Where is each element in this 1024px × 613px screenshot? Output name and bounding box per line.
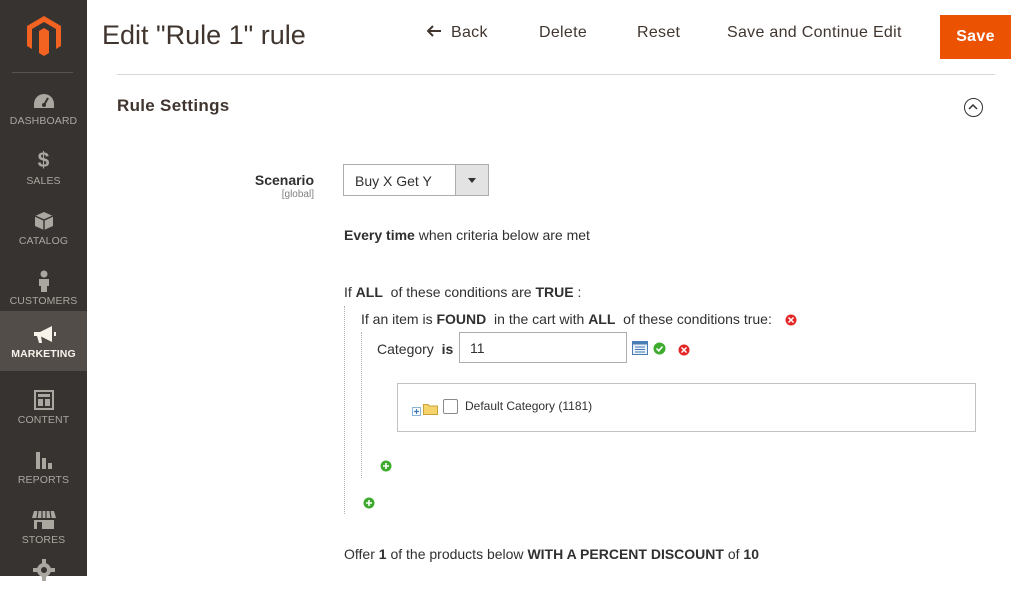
- admin-sidebar: DASHBOARD $ SALES CATALOG CUSTOMERS MARK…: [0, 0, 87, 581]
- arrow-left-icon: [426, 24, 441, 42]
- sidebar-item-customers[interactable]: CUSTOMERS: [0, 258, 87, 318]
- scenario-label: Scenario: [254, 172, 314, 188]
- chooser-icon[interactable]: [632, 341, 648, 360]
- found-suffix: of these conditions true:: [615, 311, 772, 327]
- back-label: Back: [451, 24, 488, 41]
- megaphone-icon: [0, 324, 87, 346]
- save-and-continue-button[interactable]: Save and Continue Edit: [727, 24, 902, 42]
- logo-divider: [12, 72, 73, 73]
- folder-icon: [423, 402, 438, 420]
- offer-qty-link[interactable]: 1: [379, 546, 387, 562]
- sidebar-item-label: MARKETING: [11, 348, 76, 360]
- offer-mid: of the products below: [386, 546, 528, 562]
- every-time-bold: Every time: [344, 227, 415, 243]
- aggregator-all-link[interactable]: ALL: [356, 284, 383, 300]
- category-condition-label: Category is: [377, 341, 453, 357]
- save-button[interactable]: Save: [940, 15, 1011, 59]
- scenario-scope: [global]: [281, 189, 314, 200]
- found-tree-line: [361, 332, 362, 478]
- header-divider: [117, 74, 995, 75]
- found-mid: in the cart with: [486, 311, 589, 327]
- dashboard-icon: [0, 90, 87, 112]
- back-button[interactable]: Back: [426, 24, 488, 42]
- sidebar-item-label: CUSTOMERS: [9, 295, 78, 307]
- chevron-up-icon: [968, 103, 978, 110]
- if-mid: of these conditions are: [382, 284, 536, 300]
- every-time-rest: when criteria below are met: [414, 227, 590, 243]
- sidebar-item-content[interactable]: CONTENT: [0, 377, 87, 437]
- remove-found-condition-icon[interactable]: [785, 313, 797, 331]
- collapse-button[interactable]: [964, 98, 983, 117]
- sidebar-item-reports[interactable]: REPORTS: [0, 437, 87, 497]
- page-header: Edit "Rule 1" rule Back Delete Reset Sav…: [87, 0, 1024, 74]
- sidebar-item-label: DASHBOARD: [9, 115, 78, 127]
- person-icon: [0, 270, 87, 292]
- gear-icon: [0, 559, 87, 581]
- magento-logo[interactable]: [0, 0, 87, 72]
- sidebar-item-stores[interactable]: STORES: [0, 497, 87, 557]
- sidebar-item-marketing[interactable]: MARKETING: [0, 311, 87, 371]
- sidebar-item-label: SALES: [26, 175, 61, 187]
- category-label[interactable]: Category: [377, 341, 434, 357]
- delete-button[interactable]: Delete: [539, 24, 587, 42]
- offer-text: Offer 1 of the products below WITH A PER…: [344, 546, 759, 562]
- chevron-down-icon: [455, 165, 488, 195]
- bar-chart-icon: [0, 449, 87, 471]
- offer-of: of: [723, 546, 744, 562]
- page-title: Edit "Rule 1" rule: [102, 20, 306, 50]
- cube-icon: [0, 210, 87, 232]
- every-time-text: Every time when criteria below are met: [344, 227, 590, 243]
- tree-item-label[interactable]: Default Category (1181): [465, 399, 592, 413]
- sidebar-item-system[interactable]: [0, 553, 87, 613]
- found-prefix: If an item is: [361, 311, 437, 327]
- conditions-header: If ALL of these conditions are TRUE :: [344, 284, 581, 300]
- sidebar-item-dashboard[interactable]: DASHBOARD: [0, 78, 87, 138]
- remove-category-condition-icon[interactable]: [678, 343, 690, 361]
- if-suffix: :: [573, 284, 582, 300]
- reset-button[interactable]: Reset: [637, 24, 680, 42]
- value-true-link[interactable]: TRUE: [535, 284, 573, 300]
- default-category-checkbox[interactable]: [443, 399, 458, 414]
- category-value-input[interactable]: [459, 332, 627, 363]
- offer-prefix: Offer: [344, 546, 379, 562]
- sidebar-item-label: REPORTS: [17, 474, 70, 486]
- section-title[interactable]: Rule Settings: [117, 96, 230, 116]
- sidebar-item-label: CATALOG: [18, 235, 69, 247]
- add-found-condition-icon[interactable]: [363, 496, 375, 514]
- add-condition-icon[interactable]: [380, 459, 392, 477]
- conditions-tree-line: [344, 306, 345, 514]
- category-operator[interactable]: is: [442, 341, 454, 357]
- discount-type-link[interactable]: WITH A PERCENT DISCOUNT: [527, 546, 724, 562]
- sidebar-item-catalog[interactable]: CATALOG: [0, 198, 87, 258]
- found-all-link[interactable]: ALL: [588, 311, 615, 327]
- found-condition: If an item is FOUND in the cart with ALL…: [361, 311, 772, 327]
- apply-check-icon[interactable]: [653, 342, 666, 360]
- dollar-icon: $: [37, 149, 50, 172]
- if-prefix: If: [344, 284, 356, 300]
- layout-icon: [0, 389, 87, 411]
- scenario-select[interactable]: Buy X Get Y: [343, 164, 489, 196]
- magento-logo-icon: [26, 16, 61, 56]
- expand-plus-icon[interactable]: [412, 403, 421, 421]
- store-icon: [0, 509, 87, 531]
- sidebar-item-label: STORES: [21, 534, 66, 546]
- scenario-selected-value: Buy X Get Y: [355, 173, 432, 189]
- sidebar-item-label: CONTENT: [17, 414, 70, 426]
- discount-value-link[interactable]: 10: [743, 546, 759, 562]
- found-link[interactable]: FOUND: [436, 311, 486, 327]
- category-tree: Default Category (1181): [397, 383, 976, 432]
- sidebar-item-sales[interactable]: $ SALES: [0, 138, 87, 198]
